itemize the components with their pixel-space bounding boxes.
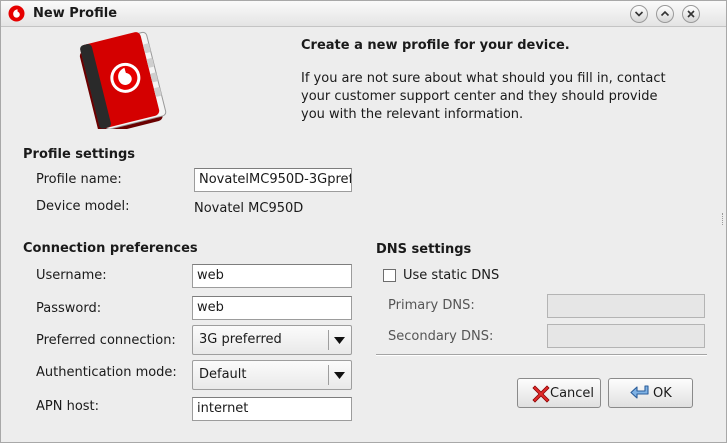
profile-settings-title: Profile settings bbox=[23, 147, 136, 162]
device-model-value: Novatel MC950D bbox=[194, 201, 304, 216]
primary-dns-input[interactable] bbox=[547, 294, 705, 318]
primary-dns-label: Primary DNS: bbox=[388, 298, 475, 313]
header-line: If you are not sure about what should yo… bbox=[301, 71, 666, 86]
resize-grip[interactable] bbox=[722, 213, 725, 225]
vodafone-logo-icon bbox=[8, 5, 25, 22]
connection-preferences-title: Connection preferences bbox=[23, 241, 198, 256]
password-input[interactable]: web bbox=[192, 296, 352, 320]
preferred-connection-value: 3G preferred bbox=[199, 332, 282, 347]
secondary-dns-label: Secondary DNS: bbox=[388, 329, 494, 344]
authentication-mode-select[interactable]: Default bbox=[192, 360, 352, 390]
profile-name-input[interactable]: NovatelMC950D-3Gpref bbox=[194, 168, 352, 192]
authentication-mode-label: Authentication mode: bbox=[36, 365, 177, 380]
header-title: Create a new profile for your device. bbox=[301, 38, 570, 53]
address-book-icon bbox=[79, 31, 167, 129]
dropdown-arrow-icon bbox=[334, 372, 345, 379]
secondary-dns-input[interactable] bbox=[547, 324, 705, 348]
window-menu-button[interactable] bbox=[630, 5, 648, 23]
ok-button-label: OK bbox=[653, 386, 672, 401]
dropdown-arrow-icon bbox=[334, 337, 345, 344]
chevron-down-icon bbox=[634, 11, 644, 17]
header-description: If you are not sure about what should yo… bbox=[301, 70, 681, 124]
combo-separator bbox=[328, 330, 329, 350]
username-label: Username: bbox=[36, 268, 107, 283]
device-model-label: Device model: bbox=[36, 199, 130, 214]
dns-settings-title: DNS settings bbox=[376, 242, 472, 257]
apn-host-input[interactable]: internet bbox=[192, 397, 352, 421]
blue-arrow-enter-icon bbox=[630, 385, 649, 399]
title-bar[interactable]: New Profile bbox=[1, 1, 726, 27]
close-button[interactable] bbox=[682, 5, 700, 23]
username-input[interactable]: web bbox=[192, 264, 352, 288]
password-label: Password: bbox=[36, 301, 102, 316]
cancel-button[interactable]: Cancel bbox=[517, 378, 601, 408]
new-profile-dialog: New Profile Create a new profile for you… bbox=[0, 0, 727, 443]
header-line: your customer support center and they sh… bbox=[301, 89, 658, 104]
ok-button[interactable]: OK bbox=[608, 378, 693, 408]
header-line: you with the relevant information. bbox=[301, 107, 524, 122]
combo-separator bbox=[328, 365, 329, 385]
chevron-up-icon bbox=[660, 10, 670, 17]
maximize-button[interactable] bbox=[656, 5, 674, 23]
authentication-mode-value: Default bbox=[199, 367, 247, 382]
profile-name-label: Profile name: bbox=[36, 172, 122, 187]
apn-host-label: APN host: bbox=[36, 399, 100, 414]
cancel-button-label: Cancel bbox=[550, 386, 595, 401]
red-x-icon bbox=[532, 385, 550, 403]
window-title: New Profile bbox=[33, 6, 118, 21]
use-static-dns-label[interactable]: Use static DNS bbox=[403, 268, 499, 283]
separator bbox=[376, 354, 707, 356]
use-static-dns-checkbox[interactable] bbox=[383, 269, 396, 282]
preferred-connection-select[interactable]: 3G preferred bbox=[192, 325, 352, 355]
preferred-connection-label: Preferred connection: bbox=[36, 333, 176, 348]
close-icon bbox=[687, 10, 695, 18]
